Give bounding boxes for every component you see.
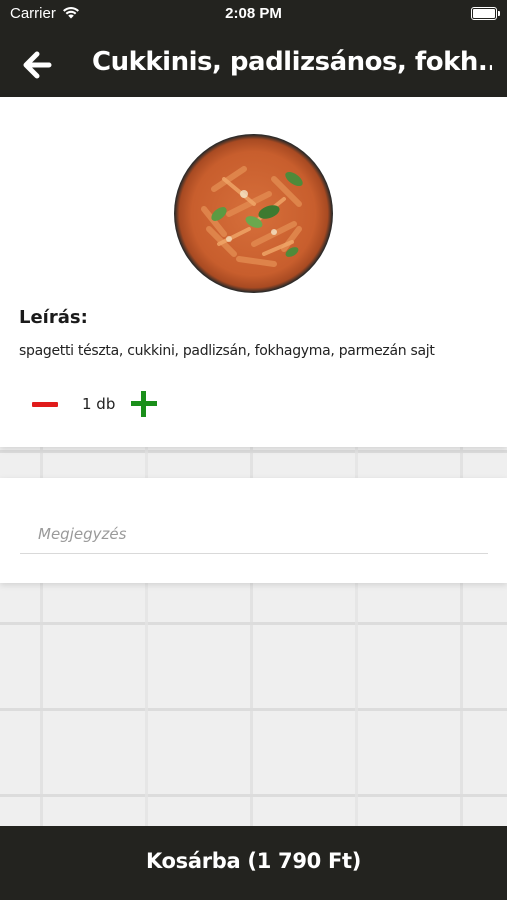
- decrease-quantity-button[interactable]: [32, 391, 58, 417]
- back-button[interactable]: [18, 46, 56, 84]
- status-bar: Carrier 2:08 PM: [0, 0, 507, 30]
- page-title: Cukkinis, padlizsános, fokh...: [92, 47, 492, 77]
- quantity-value: 1 db: [82, 395, 116, 413]
- status-time: 2:08 PM: [225, 5, 282, 22]
- add-to-cart-button[interactable]: Kosárba (1 790 Ft): [0, 826, 507, 900]
- arrow-left-icon: [23, 51, 52, 79]
- pasta-illustration: [201, 166, 303, 267]
- battery-icon: [471, 7, 500, 20]
- quantity-stepper: 1 db: [28, 383, 228, 423]
- description-text: spagetti tészta, cukkini, padlizsán, fok…: [19, 343, 435, 359]
- note-card: [0, 478, 507, 583]
- add-to-cart-label: Kosárba (1 790 Ft): [145, 849, 362, 873]
- note-input[interactable]: [20, 514, 488, 554]
- navigation-bar: Cukkinis, padlizsános, fokh...: [0, 38, 507, 94]
- increase-quantity-button[interactable]: [131, 391, 157, 417]
- description-heading: Leírás:: [19, 307, 88, 328]
- top-bar: Carrier 2:08 PM Cukkinis, padlizsános, f…: [0, 0, 507, 97]
- product-card: Leírás: spagetti tészta, cukkini, padliz…: [0, 97, 507, 447]
- dish-image: [174, 134, 333, 293]
